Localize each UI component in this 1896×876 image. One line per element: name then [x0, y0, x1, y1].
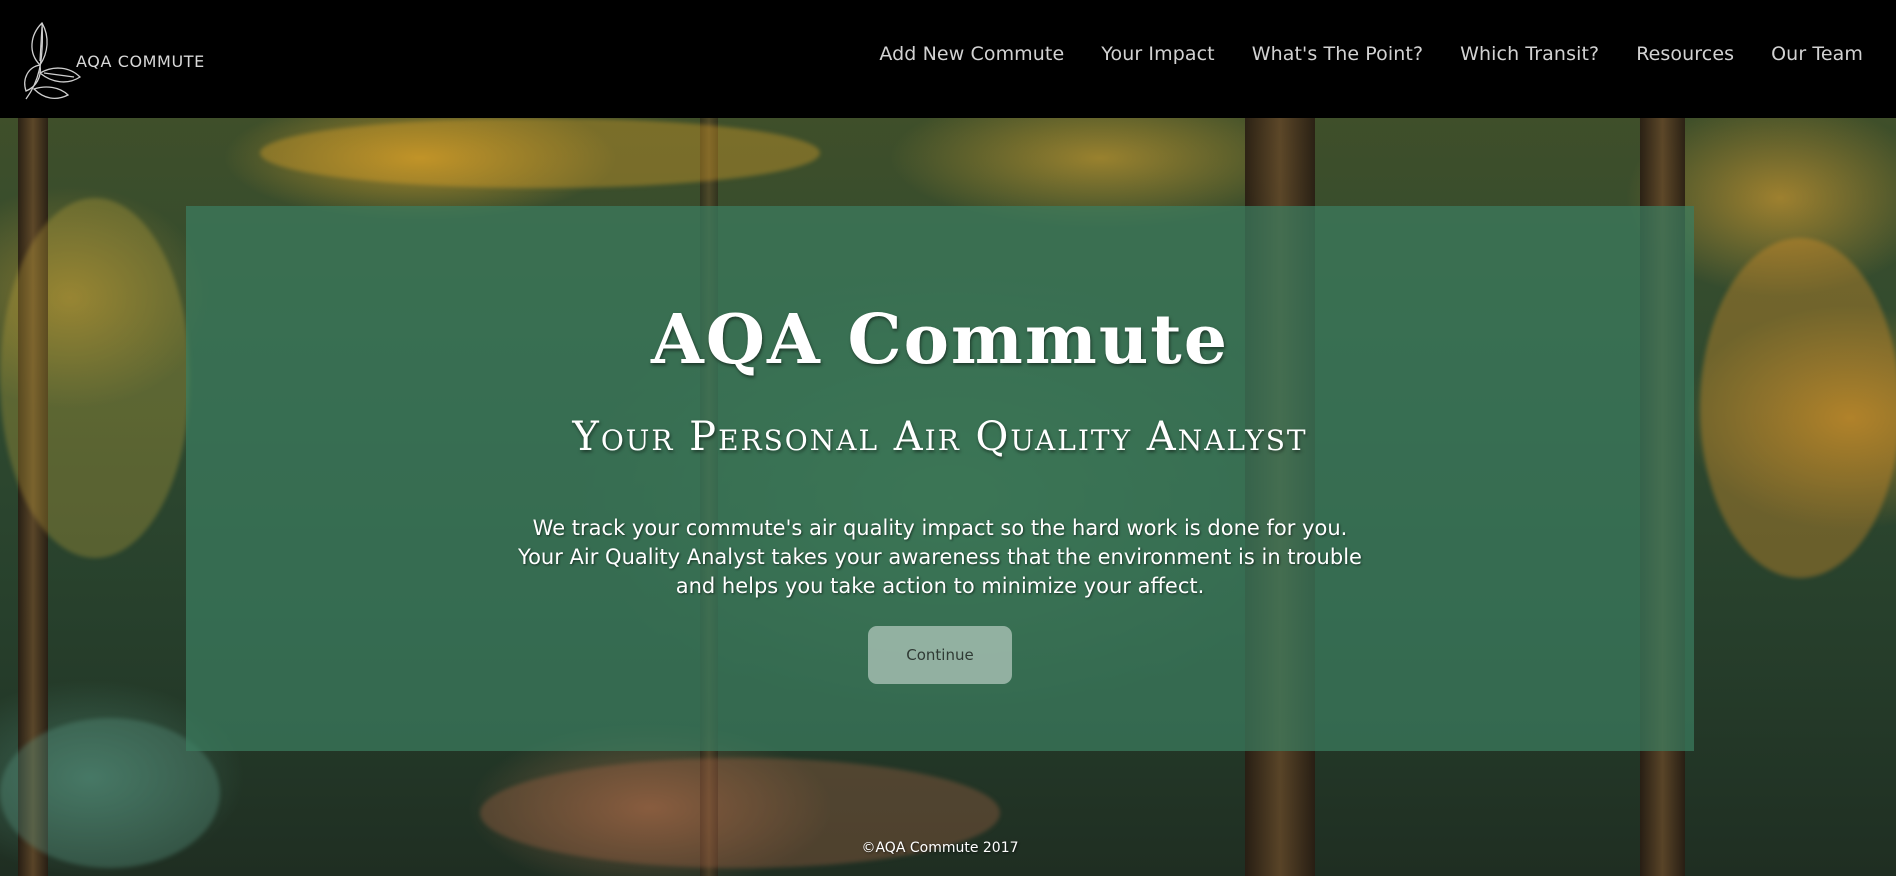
page-subtitle: Your Personal Air Quality Analyst — [572, 414, 1308, 460]
nav-add-new-commute[interactable]: Add New Commute — [879, 40, 1064, 68]
page-title: AQA Commute — [651, 300, 1229, 380]
continue-button[interactable]: Continue — [868, 626, 1012, 684]
site-header: AQA COMMUTE Add New Commute Your Impact … — [0, 0, 1896, 118]
nav-which-transit[interactable]: Which Transit? — [1460, 40, 1599, 68]
footer-copyright: ©AQA Commute 2017 — [861, 840, 1019, 856]
page: AQA COMMUTE Add New Commute Your Impact … — [0, 0, 1896, 876]
nav-resources[interactable]: Resources — [1636, 40, 1734, 68]
description-line: We track your commute's air quality impa… — [532, 516, 1348, 540]
nav-our-team[interactable]: Our Team — [1771, 40, 1863, 68]
leaf-branch-icon — [24, 21, 82, 100]
logo-text: AQA COMMUTE — [76, 51, 205, 71]
logo[interactable]: AQA COMMUTE — [18, 12, 218, 104]
description-line: Your Air Quality Analyst takes your awar… — [518, 545, 1362, 569]
main-nav: Add New Commute Your Impact What's The P… — [842, 40, 1863, 68]
nav-whats-the-point[interactable]: What's The Point? — [1252, 40, 1423, 68]
foliage — [260, 118, 820, 188]
nav-your-impact[interactable]: Your Impact — [1101, 40, 1214, 68]
description-line: and helps you take action to minimize yo… — [675, 574, 1205, 598]
hero-description: We track your commute's air quality impa… — [0, 514, 1880, 601]
